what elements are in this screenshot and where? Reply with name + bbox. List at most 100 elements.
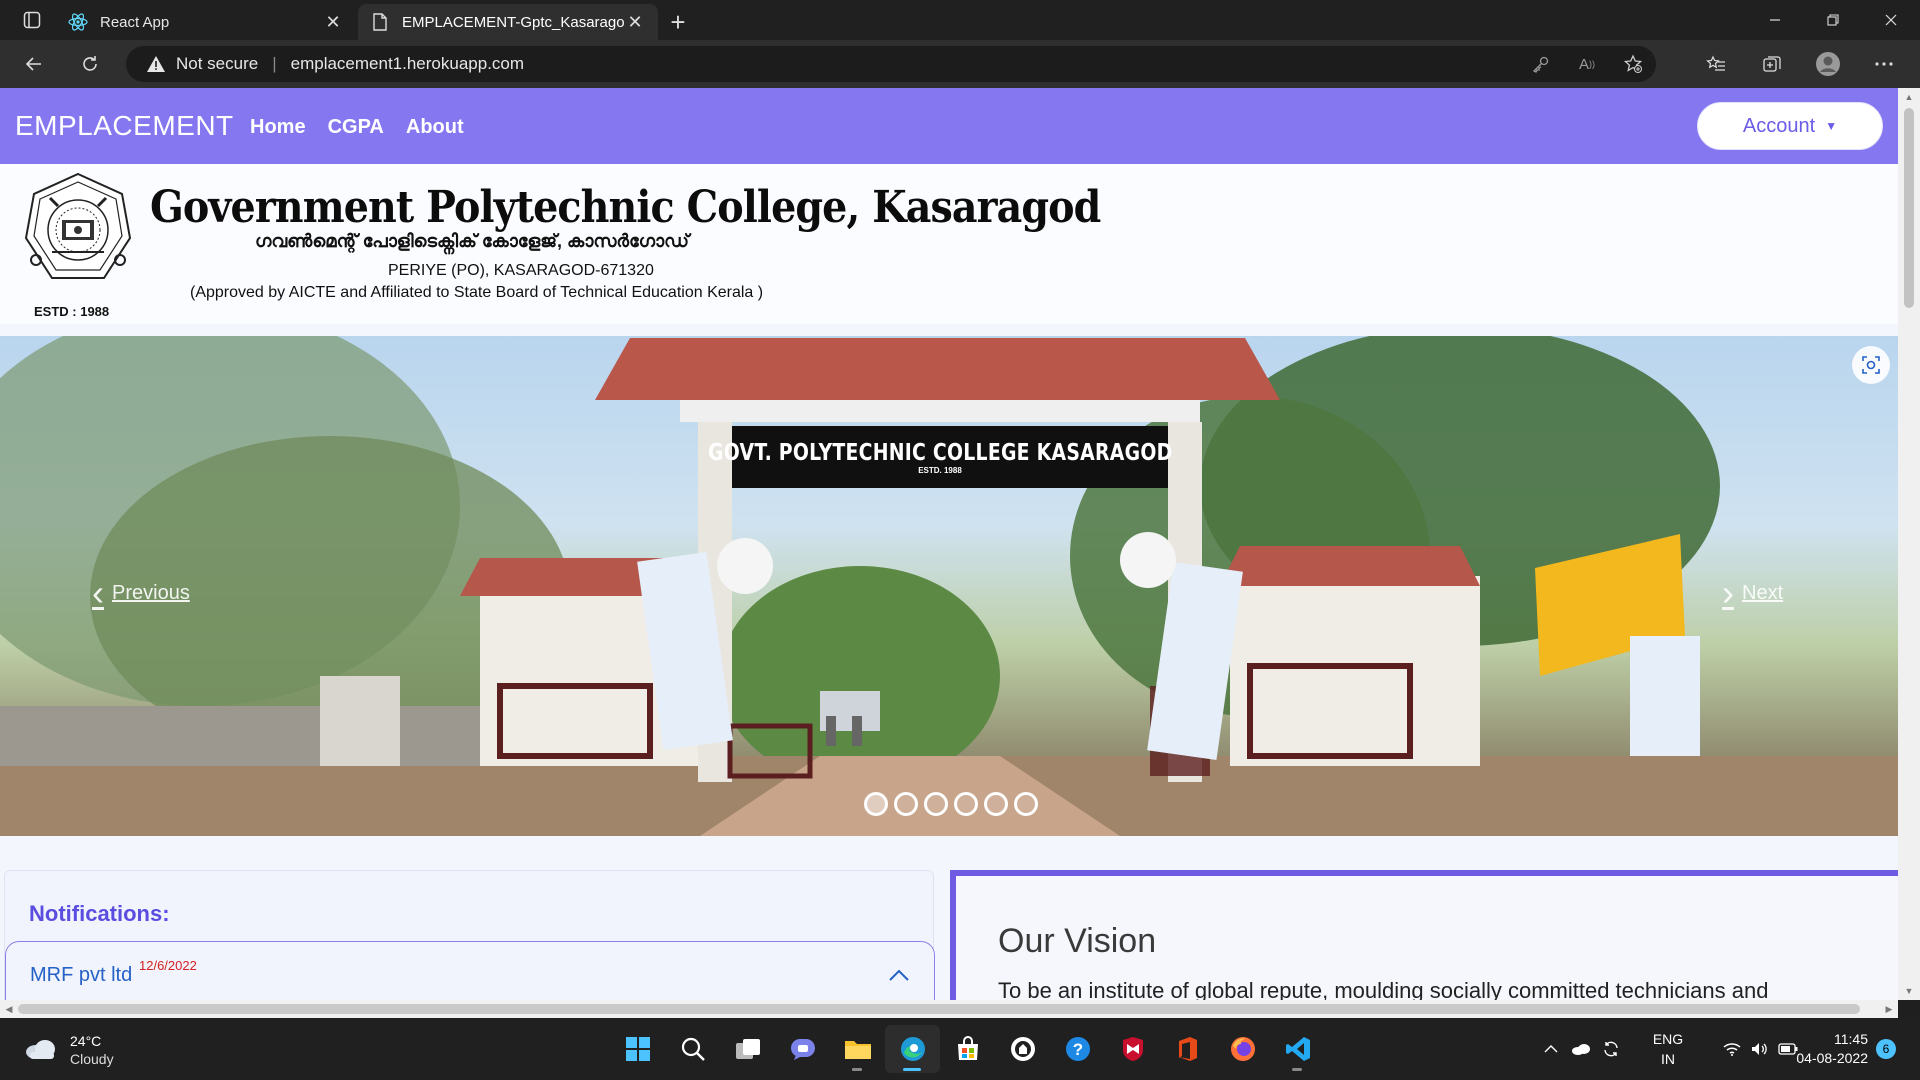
close-window-icon[interactable]	[1862, 0, 1920, 40]
image-carousel[interactable]: GOVT. POLYTECHNIC COLLEGE KASARAGOD ESTD…	[0, 336, 1898, 836]
taskbar-clock[interactable]: 11:45 04-08-2022	[1778, 1030, 1868, 1068]
profile-avatar-icon[interactable]	[1800, 48, 1856, 80]
task-view-icon[interactable]	[720, 1025, 775, 1073]
notification-date: 12/6/2022	[139, 958, 197, 973]
warning-icon[interactable]	[146, 55, 166, 73]
tab-title: EMPLACEMENT-Gptc_Kasaragod	[402, 13, 624, 31]
vision-title: Our Vision	[998, 922, 1157, 960]
carousel-indicator-1[interactable]	[864, 792, 888, 816]
college-header: ESTD : 1988 Government Polytechnic Colle…	[0, 164, 1898, 324]
nav-cgpa-link[interactable]: CGPA	[328, 116, 384, 139]
teams-chat-icon[interactable]	[775, 1025, 830, 1073]
weather-condition: Cloudy	[70, 1051, 114, 1067]
site-navbar: EMPLACEMENT Home CGPA About Account ▼	[0, 88, 1898, 164]
search-icon[interactable]	[665, 1025, 720, 1073]
notification-count-badge[interactable]: 6	[1876, 1039, 1896, 1059]
react-icon	[68, 12, 88, 32]
running-indicator	[1292, 1068, 1302, 1071]
close-icon[interactable]: ✕	[624, 11, 646, 33]
chevron-left-icon: ‹	[92, 572, 104, 613]
scroll-down-icon[interactable]: ▼	[1898, 982, 1920, 1000]
caret-down-icon: ▼	[1825, 119, 1838, 133]
browser-tab-bar: React App ✕ EMPLACEMENT-Gptc_Kasaragod ✕…	[0, 0, 1920, 40]
horizontal-scrollbar[interactable]: ◀ ▶	[0, 1000, 1898, 1018]
favorites-icon[interactable]	[1688, 48, 1744, 80]
estd-label: ESTD : 1988	[34, 304, 110, 319]
account-dropdown-button[interactable]: Account ▼	[1697, 102, 1883, 150]
scroll-left-icon[interactable]: ◀	[0, 1000, 18, 1018]
clock-date: 04-08-2022	[1796, 1050, 1868, 1066]
horizontal-scroll-thumb[interactable]	[18, 1004, 1860, 1014]
firefox-icon[interactable]	[1215, 1025, 1270, 1073]
next-label: Next	[1742, 581, 1784, 604]
nav-home-link[interactable]: Home	[250, 116, 306, 139]
collections-icon[interactable]	[1744, 48, 1800, 80]
notifications-title: Notifications:	[29, 901, 170, 926]
reload-icon[interactable]	[74, 48, 106, 80]
minimize-icon[interactable]	[1746, 0, 1804, 40]
github-desktop-icon[interactable]	[995, 1025, 1050, 1073]
notifications-panel: Notifications: MRF pvt ltd 12/6/2022	[4, 870, 935, 1000]
new-tab-button[interactable]: +	[664, 7, 692, 37]
tab-title: React App	[100, 13, 170, 31]
onedrive-cloud-icon[interactable]	[1566, 1043, 1596, 1055]
url-field[interactable]: Not secure | emplacement1.herokuapp.com …	[126, 46, 1656, 82]
nav-about-link[interactable]: About	[406, 116, 464, 139]
tab-emplacement[interactable]: EMPLACEMENT-Gptc_Kasaragod ✕	[358, 4, 658, 40]
weather-widget[interactable]: 24°C Cloudy	[24, 1032, 114, 1068]
scroll-up-icon[interactable]: ▲	[1898, 88, 1920, 106]
gate-sign-sub: ESTD. 1988	[918, 465, 962, 475]
tab-actions-icon[interactable]	[14, 6, 50, 34]
carousel-indicator-5[interactable]	[984, 792, 1008, 816]
vertical-scroll-thumb[interactable]	[1904, 108, 1914, 308]
cloud-icon	[24, 1038, 58, 1063]
system-tray: ENG IN	[1536, 1018, 1802, 1080]
carousel-indicator-6[interactable]	[1014, 792, 1038, 816]
sync-icon[interactable]	[1596, 1040, 1626, 1058]
restore-icon[interactable]	[1804, 0, 1862, 40]
running-indicator	[852, 1068, 862, 1071]
security-label[interactable]: Not secure	[176, 54, 258, 74]
scroll-right-icon[interactable]: ▶	[1880, 1000, 1898, 1018]
edge-browser-icon[interactable]	[885, 1025, 940, 1073]
start-icon[interactable]	[610, 1025, 665, 1073]
key-icon[interactable]	[1518, 55, 1564, 73]
visual-search-icon[interactable]	[1852, 346, 1890, 384]
carousel-indicator-4[interactable]	[954, 792, 978, 816]
language-line1: ENG	[1652, 1031, 1684, 1047]
gate-sign: GOVT. POLYTECHNIC COLLEGE KASARAGOD ESTD…	[700, 426, 1180, 488]
college-address: PERIYE (PO), KASARAGOD-671320	[388, 262, 654, 279]
page-icon	[370, 12, 390, 32]
mcafee-icon[interactable]	[1105, 1025, 1160, 1073]
chevron-up-icon[interactable]	[884, 960, 914, 990]
office-icon[interactable]	[1160, 1025, 1215, 1073]
vertical-scrollbar[interactable]: ▲ ▼	[1898, 88, 1920, 1000]
chevron-up-icon[interactable]	[1536, 1045, 1566, 1053]
back-arrow-icon[interactable]	[18, 48, 50, 80]
carousel-previous-button[interactable]: ‹ Previous	[92, 572, 190, 614]
carousel-indicator-2[interactable]	[894, 792, 918, 816]
microsoft-store-icon[interactable]	[940, 1025, 995, 1073]
account-label: Account	[1742, 114, 1816, 137]
vscode-icon[interactable]	[1270, 1025, 1325, 1073]
notification-accordion-item[interactable]: MRF pvt ltd 12/6/2022	[5, 941, 935, 1000]
campus-gate-image	[0, 336, 1898, 836]
help-icon[interactable]: ?	[1050, 1025, 1105, 1073]
tab-react-app[interactable]: React App ✕	[56, 4, 356, 40]
favorite-add-icon[interactable]	[1610, 54, 1656, 74]
weather-temperature: 24°C	[70, 1033, 102, 1049]
college-name: Government Polytechnic College, Kasarago…	[150, 182, 1101, 233]
running-indicator	[903, 1068, 921, 1071]
close-icon[interactable]: ✕	[322, 11, 344, 33]
more-options-icon[interactable]	[1856, 48, 1912, 80]
site-brand[interactable]: EMPLACEMENT	[15, 110, 234, 142]
read-aloud-icon[interactable]: A))	[1564, 56, 1610, 73]
url-text[interactable]: emplacement1.herokuapp.com	[291, 54, 524, 74]
svg-text:?: ?	[1072, 1040, 1082, 1059]
notification-company[interactable]: MRF pvt ltd	[30, 964, 132, 987]
file-explorer-icon[interactable]	[830, 1025, 885, 1073]
language-indicator[interactable]: ENG IN	[1648, 1029, 1688, 1069]
carousel-indicator-3[interactable]	[924, 792, 948, 816]
carousel-next-button[interactable]: › Next	[1722, 572, 1783, 614]
college-logo	[24, 172, 132, 279]
